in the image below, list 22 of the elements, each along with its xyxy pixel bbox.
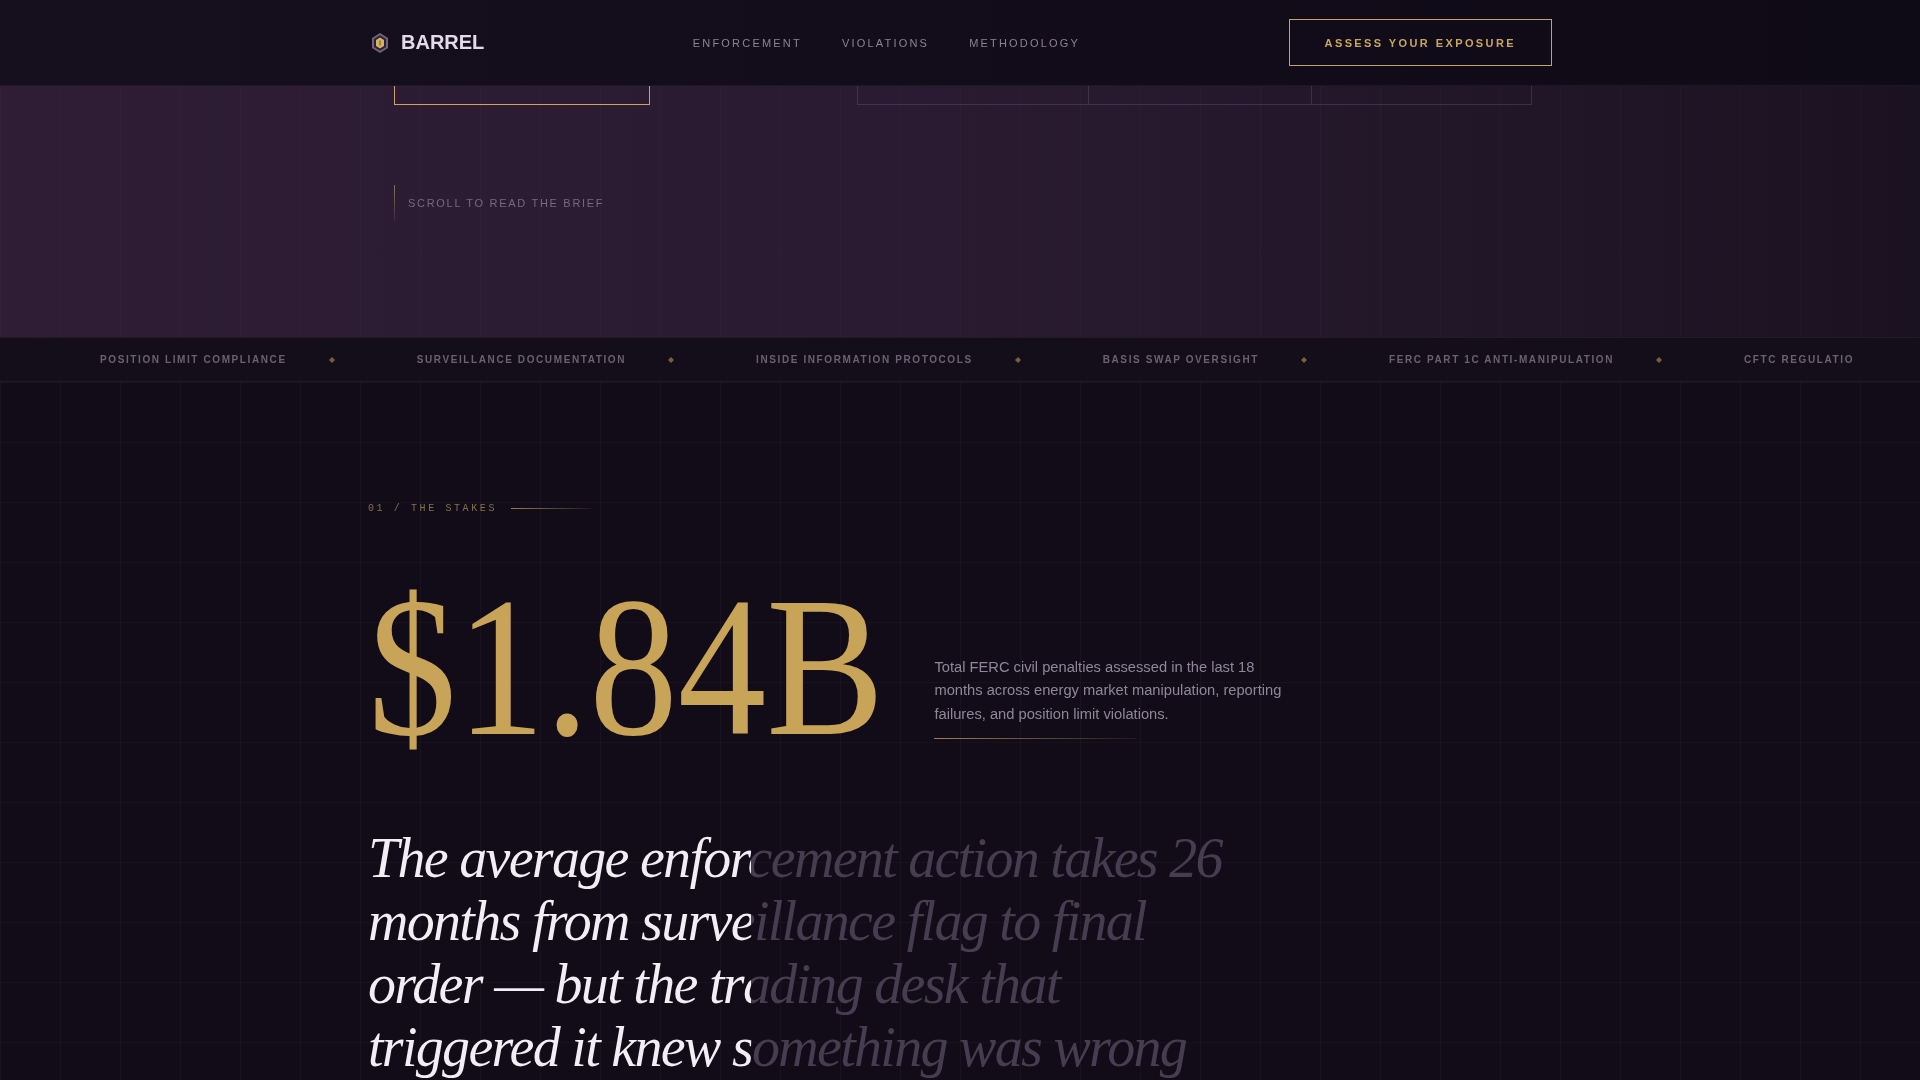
scroll-hint: SCROLL TO READ THE BRIEF [408,197,605,209]
ticker-item: POSITION LIMIT COMPLIANCE [100,354,287,365]
nav-link[interactable]: METHODOLOGY [969,36,1081,49]
section-label: 01 / THE STAKES [368,502,497,514]
outlined-button[interactable] [394,86,650,105]
ticker-item: INSIDE INFORMATION PROTOCOLS [756,354,973,365]
penalty-figure: $1.84B [368,567,885,767]
ticker-item: SURVEILLANCE DOCUMENTATION [416,354,627,365]
diamond-icon [1014,356,1021,363]
figure-description: Total FERC civil penalties assessed in the last 18 months across energy market manipulation, reporting failures, and position limit violations. [934,657,1283,724]
hexagon-icon [372,32,388,53]
diamond-icon [668,356,675,363]
brand-name[interactable]: BARREL [401,31,485,54]
ticker-item: CFTC REGULATIO [1744,354,1855,365]
ticker-item: FERC PART 1C ANTI-MANIPULATION [1389,354,1615,365]
diamond-icon [1301,356,1307,363]
nav-link[interactable]: ENFORCEMENT [692,36,802,49]
ticker-item: BASIS SWAP OVERSIGHT [1102,354,1259,365]
diamond-icon [1656,356,1663,363]
nav-link[interactable]: VIOLATIONS [841,36,930,49]
diamond-icon [328,356,335,363]
cta-button[interactable]: ASSESS YOUR EXPOSURE [1288,19,1552,66]
